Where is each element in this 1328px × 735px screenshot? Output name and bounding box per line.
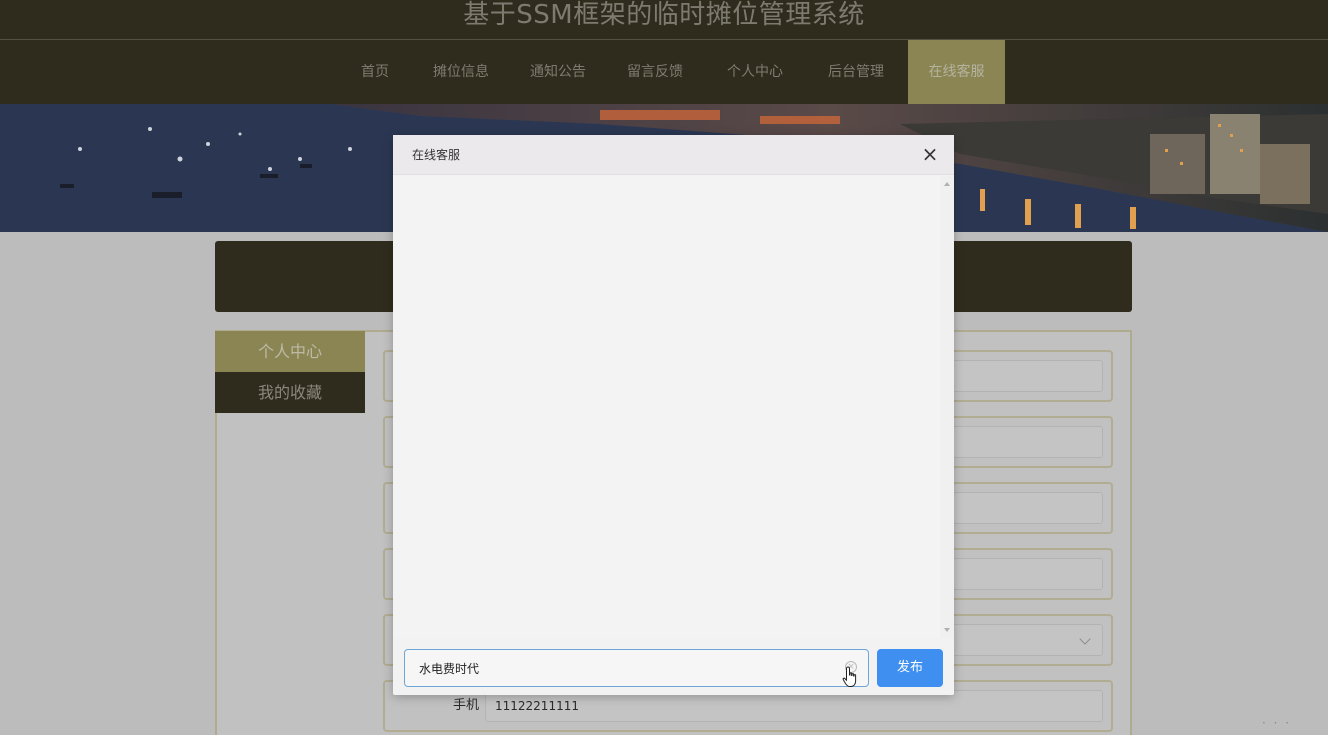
nav-item-online-service[interactable]: 在线客服 [908, 40, 1005, 104]
nav-item-feedback[interactable]: 留言反馈 [615, 40, 695, 104]
hand-pointer-cursor-icon [842, 666, 857, 687]
dialog-title: 在线客服 [412, 148, 461, 162]
chat-scrollbar[interactable] [940, 176, 954, 638]
send-button[interactable]: 发布 [877, 649, 943, 687]
chat-dialog: 在线客服 × × 发布 [393, 135, 954, 695]
ellipsis-icon: · · · [1262, 716, 1292, 730]
site-title: 基于SSM框架的临时摊位管理系统 [463, 0, 865, 30]
sidebar-item-personal-center[interactable]: 个人中心 [215, 331, 365, 372]
chat-messages-area[interactable] [393, 176, 940, 638]
nav-item-stall-info[interactable]: 摊位信息 [420, 40, 502, 104]
dialog-header: 在线客服 × [393, 135, 954, 175]
nav-item-home[interactable]: 首页 [348, 40, 402, 104]
scroll-down-arrow-icon[interactable] [944, 628, 950, 632]
nav-item-admin[interactable]: 后台管理 [815, 40, 897, 104]
nav-item-notices[interactable]: 通知公告 [518, 40, 598, 104]
scroll-up-arrow-icon[interactable] [944, 182, 950, 186]
sidebar-item-favorites[interactable]: 我的收藏 [215, 372, 365, 413]
main-nav: 首页 摊位信息 通知公告 留言反馈 个人中心 后台管理 在线客服 [0, 40, 1328, 104]
nav-item-personal-center[interactable]: 个人中心 [715, 40, 795, 104]
site-header: 基于SSM框架的临时摊位管理系统 首页 摊位信息 通知公告 留言反馈 个人中心 … [0, 0, 1328, 104]
chat-message-input[interactable] [404, 649, 869, 687]
sidebar: 个人中心 我的收藏 [215, 331, 365, 413]
close-icon[interactable]: × [920, 144, 940, 164]
